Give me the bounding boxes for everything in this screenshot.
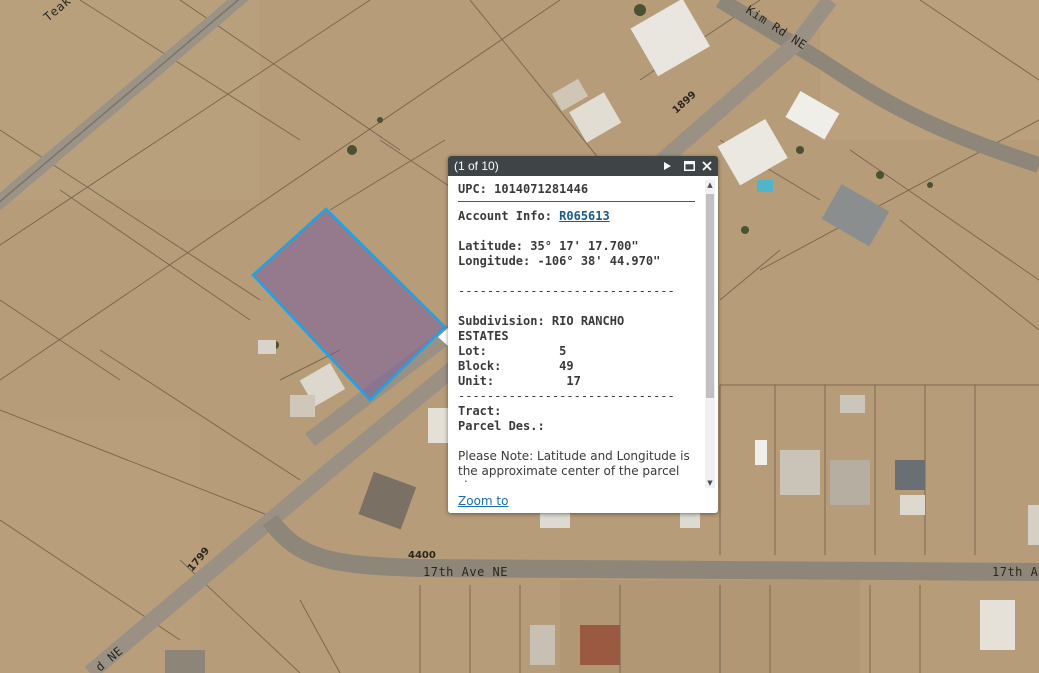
unit-text: Unit: 17: [458, 374, 581, 388]
lot-text: Lot: 5: [458, 344, 567, 358]
seventeenth-ave-label: 17th Ave NE: [423, 565, 508, 579]
popup-counter: (1 of 10): [454, 159, 499, 173]
dash-separator: ------------------------------: [458, 284, 675, 298]
scroll-up-icon[interactable]: ▲: [705, 180, 715, 190]
subdivision-text-cont: ESTATES: [458, 329, 509, 343]
parcel-des-text: Parcel Des.:: [458, 419, 545, 433]
scroll-thumb[interactable]: [706, 194, 714, 398]
seventeenth-ave-label-right: 17th Av: [992, 565, 1039, 579]
popup-footer: Zoom to: [448, 488, 704, 513]
popup-header: (1 of 10): [448, 156, 718, 176]
house-number-4400: 4400: [408, 550, 436, 561]
popup-scrollbar[interactable]: ▲ ▼: [705, 180, 715, 488]
location-note: Please Note: Latitude and Longitude is t…: [458, 449, 690, 482]
dash-separator-2: ------------------------------: [458, 389, 675, 403]
tract-text: Tract:: [458, 404, 502, 418]
upc-text: UPC: 1014071281446: [458, 182, 589, 196]
popup-content[interactable]: UPC: 1014071281446 Account Info: R065613…: [458, 182, 702, 482]
block-text: Block: 49: [458, 359, 574, 373]
play-icon[interactable]: [659, 158, 675, 174]
subdivision-text: Subdivision: RIO RANCHO: [458, 314, 625, 328]
account-link[interactable]: R065613: [559, 209, 610, 223]
popup-pointer: [438, 328, 448, 346]
latitude-text: Latitude: 35° 17' 17.700": [458, 239, 639, 253]
zoom-to-link[interactable]: Zoom to: [458, 494, 508, 508]
longitude-text: Longitude: -106° 38' 44.970": [458, 254, 661, 268]
divider: [458, 201, 695, 202]
parcel-popup: (1 of 10) UPC: 1014071281446 Account Inf…: [448, 156, 718, 513]
account-label: Account Info:: [458, 209, 560, 223]
maximize-icon[interactable]: [681, 158, 697, 174]
close-icon[interactable]: [699, 158, 715, 174]
account-info: Account Info: R065613: [458, 209, 702, 224]
scroll-down-icon[interactable]: ▼: [705, 478, 715, 488]
